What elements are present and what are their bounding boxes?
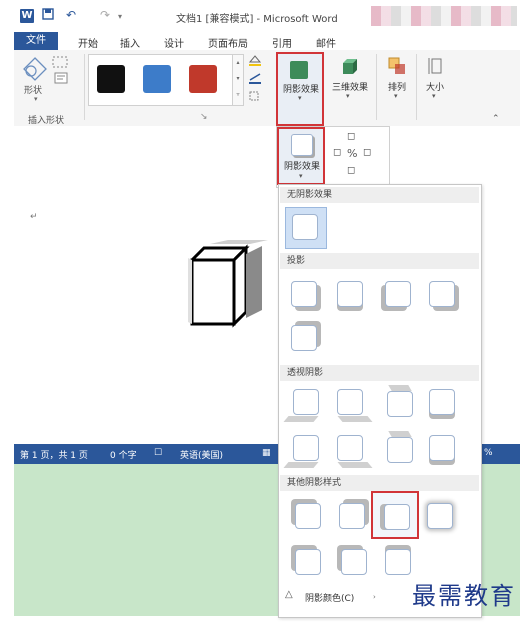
proofing-icon[interactable]: ☐ [154, 448, 162, 458]
other-shadow-option[interactable] [295, 549, 321, 575]
watermark-logo: 最需教育 [412, 582, 516, 610]
3d-effects-button[interactable]: 三维效果 ▾ [326, 52, 374, 102]
size-button[interactable]: 大小 ▾ [418, 52, 452, 102]
shadow-effects-icon [290, 61, 308, 79]
thumb-icon [384, 504, 410, 530]
tab-insert[interactable]: 插入 [120, 35, 140, 50]
perspective-shadow-option[interactable] [293, 435, 319, 461]
shapes-button[interactable]: 形状 [24, 83, 42, 96]
size-icon [427, 56, 443, 79]
thumb-icon [292, 214, 318, 240]
language-status[interactable]: 英语(美国) [180, 448, 223, 461]
window-title: 文档1 [兼容模式] - Microsoft Word [176, 14, 338, 25]
shapes-icon[interactable] [22, 56, 48, 85]
section-no-shadow: 无阴影效果 [280, 187, 479, 203]
chevron-down-icon: ▾ [432, 92, 436, 100]
perspective-shadow-option[interactable] [337, 389, 363, 415]
word-logo-icon: W [20, 9, 34, 23]
save-icon[interactable] [42, 8, 54, 23]
drop-shadow-option[interactable] [429, 281, 455, 307]
divider [376, 54, 377, 120]
perspective-shadow-option[interactable] [293, 389, 319, 415]
chevron-right-icon: › [373, 593, 376, 601]
group-insert-shapes-label: 插入形状 [28, 116, 65, 126]
tab-file[interactable]: 文件 [14, 32, 58, 50]
perspective-shadow-option[interactable] [429, 435, 455, 461]
change-shape-icon[interactable] [248, 90, 262, 105]
section-perspective-shadow: 透视阴影 [280, 365, 479, 381]
other-shadow-option-selected[interactable] [371, 491, 419, 539]
word-count[interactable]: 0 个字 [110, 448, 137, 461]
shadow-nudge-left-icon[interactable]: ◻ [333, 147, 341, 158]
arrange-icon [388, 57, 406, 78]
shadow-toggle-icon[interactable]: % [347, 147, 357, 160]
style-swatch-blue[interactable] [143, 65, 171, 93]
shadow-nudge-down-icon[interactable]: ◻ [347, 165, 355, 176]
shape-fill-icon[interactable] [248, 54, 262, 69]
divider [84, 54, 85, 120]
collapse-ribbon-icon[interactable]: ⌃ [492, 114, 500, 124]
text-box-icon[interactable] [54, 72, 68, 87]
redo-icon[interactable]: ↷ [100, 8, 110, 22]
shadow-effects-dropdown-button[interactable]: 阴影效果 ▾ [277, 127, 325, 185]
gallery-scroll[interactable]: ▴ ▾ ▿ [232, 54, 244, 106]
section-drop-shadow: 投影 [280, 253, 479, 269]
paragraph-mark-icon: ↵ [30, 212, 38, 222]
other-shadow-option[interactable] [339, 503, 365, 529]
dialog-launcher-icon[interactable]: ↘ [200, 112, 208, 122]
perspective-shadow-option[interactable] [337, 435, 363, 461]
chevron-down-icon: ▾ [298, 94, 302, 102]
other-shadow-option[interactable] [385, 549, 411, 575]
ribbon-tabs: 文件 开始 插入 设计 页面布局 引用 邮件 [14, 32, 520, 51]
3d-cube-icon [340, 57, 360, 80]
shadow-effects-button[interactable]: 阴影效果 ▾ [276, 52, 324, 126]
tab-home[interactable]: 开始 [78, 35, 98, 50]
no-shadow-option[interactable] [285, 207, 327, 249]
style-swatch-red[interactable] [189, 65, 217, 93]
perspective-shadow-option[interactable] [387, 391, 413, 417]
shadow-effects-label: 阴影效果 [283, 162, 320, 172]
tab-mailings[interactable]: 邮件 [316, 35, 336, 50]
shadow-color-menu[interactable]: 阴影颜色(C) [305, 591, 354, 604]
page-count[interactable]: 第 1 页，共 1 页 [20, 448, 88, 461]
shape-styles-gallery [88, 54, 234, 106]
chevron-down-icon: ▾ [299, 172, 303, 180]
style-swatch-black[interactable] [97, 65, 125, 93]
shadow-effects-panel: 阴影效果 ▾ ◻ ◻ % ◻ ◻ [276, 126, 390, 188]
drop-shadow-option[interactable] [291, 281, 317, 307]
perspective-shadow-option[interactable] [387, 437, 413, 463]
chevron-down-icon: ▾ [346, 92, 350, 100]
shadow-preview-icon [291, 134, 313, 156]
view-icon[interactable]: ▦ [262, 448, 271, 458]
perspective-shadow-option[interactable] [429, 389, 455, 415]
tab-references[interactable]: 引用 [272, 35, 292, 50]
other-shadow-option[interactable] [427, 503, 453, 529]
tab-design[interactable]: 设计 [164, 35, 184, 50]
arrange-button[interactable]: 排列 ▾ [380, 52, 414, 102]
shadow-nudge-up-icon[interactable]: ◻ [347, 131, 355, 142]
ribbon: 形状 ▾ 插入形状 ▴▾▿ ↘ ↘ 阴影效果 ▾ 三维效果 ▾ 排列 ▾ [14, 50, 520, 127]
drop-shadow-option[interactable] [337, 281, 363, 307]
3d-effects-label: 三维效果 [331, 83, 368, 93]
cube-shape[interactable] [188, 240, 274, 339]
shapes-dropdown-arrow[interactable]: ▾ [34, 95, 38, 103]
shadow-color-icon: △ [285, 589, 293, 600]
blurred-user-area [371, 6, 517, 26]
section-other-shadow-styles: 其他阴影样式 [280, 475, 479, 491]
shadow-nudge-right-icon[interactable]: ◻ [363, 147, 371, 158]
chevron-down-icon: ▾ [394, 92, 398, 100]
title-bar: W ↶ ↷ ▾ 文档1 [兼容模式] - Microsoft Word [14, 0, 520, 32]
customize-quick-access-icon[interactable]: ▾ [118, 12, 122, 21]
other-shadow-option[interactable] [295, 503, 321, 529]
shadow-effects-dropdown: 无阴影效果 投影 透视阴影 其他阴影样式 △ 阴影颜色(C) › [278, 184, 482, 618]
other-shadow-option[interactable] [341, 549, 367, 575]
drop-shadow-option[interactable] [291, 325, 317, 351]
divider [416, 54, 417, 120]
zoom-percent[interactable]: % [484, 448, 493, 458]
edit-shape-icon[interactable] [52, 56, 68, 71]
tab-page-layout[interactable]: 页面布局 [208, 35, 248, 50]
drop-shadow-option[interactable] [385, 281, 411, 307]
undo-icon[interactable]: ↶ [66, 8, 76, 22]
shape-outline-icon[interactable] [248, 72, 262, 87]
